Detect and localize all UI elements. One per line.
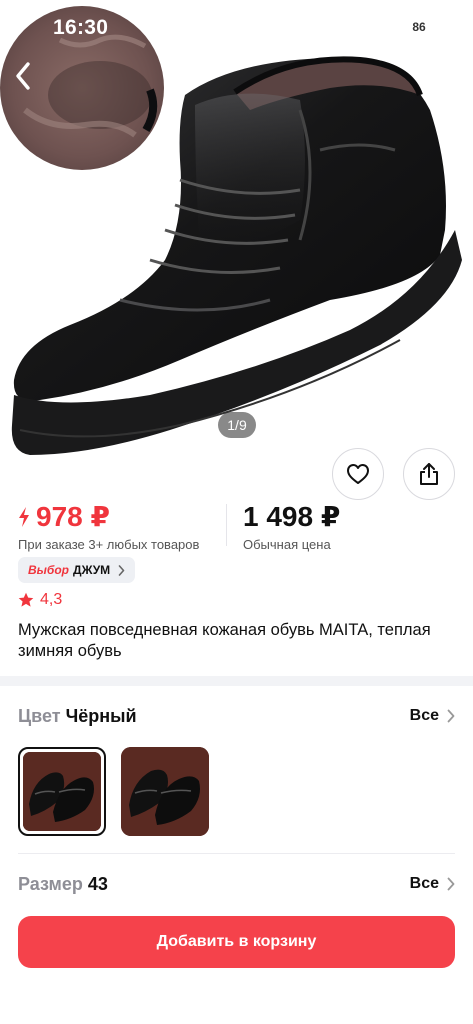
share-button[interactable] — [403, 448, 455, 500]
discount-price: 978 ₽ — [36, 501, 110, 532]
product-photo — [0, 0, 473, 472]
cellular-signal-icon — [340, 22, 362, 36]
size-selector-header[interactable]: Размер 43 Все — [18, 871, 455, 897]
color-selector-header[interactable]: Цвет Чёрный Все — [18, 703, 455, 729]
color-thumbnail-image — [23, 752, 101, 831]
color-thumbnail-image — [121, 747, 209, 836]
size-value: 43 — [87, 873, 108, 894]
product-image-gallery[interactable]: 16:30 86 1/9 — [0, 0, 473, 472]
regular-price-block: 1 498 ₽ Обычная цена — [243, 500, 340, 552]
chevron-right-icon — [447, 709, 455, 723]
color-thumbnails — [18, 747, 209, 836]
star-icon — [18, 592, 34, 607]
color-option-black[interactable] — [121, 747, 209, 836]
chevron-right-icon — [118, 564, 125, 576]
favorite-button[interactable] — [332, 448, 384, 500]
section-separator — [0, 676, 473, 686]
color-all-label: Все — [409, 707, 439, 724]
section-divider — [18, 853, 455, 854]
status-bar: 16:30 86 — [0, 0, 473, 56]
wifi-icon — [372, 18, 394, 36]
discount-price-note: При заказе 3+ любых товаров — [18, 537, 200, 552]
gallery-counter: 1/9 — [218, 412, 256, 438]
status-time: 16:30 — [53, 16, 109, 39]
lightning-icon — [19, 506, 29, 527]
choice-badge[interactable]: Выбор ДЖУМ — [18, 557, 136, 583]
price-divider — [226, 504, 227, 546]
battery-icon: 86 — [403, 19, 435, 36]
color-option-black-selected[interactable] — [18, 747, 106, 836]
regular-price: 1 498 ₽ — [243, 501, 341, 532]
badge-brand-label: ДЖУМ — [73, 563, 111, 577]
product-rating[interactable]: 4,3 — [18, 591, 62, 609]
product-title: Мужская повседневная кожаная обувь MAITA… — [18, 621, 431, 660]
size-all-button[interactable]: Все — [410, 875, 455, 893]
add-to-cart-button[interactable]: Добавить в корзину — [18, 916, 455, 968]
badge-choice-label: Выбор — [28, 563, 70, 577]
rating-value: 4,3 — [40, 591, 63, 608]
share-icon — [420, 463, 438, 485]
back-button[interactable] — [8, 56, 38, 96]
color-all-button[interactable]: Все — [410, 707, 455, 725]
color-value: Чёрный — [65, 705, 137, 726]
heart-icon — [347, 464, 369, 484]
color-label: Цвет — [18, 705, 61, 726]
regular-price-note: Обычная цена — [243, 537, 331, 552]
chevron-right-icon — [447, 877, 455, 891]
size-label: Размер — [18, 873, 83, 894]
discount-price-block: 978 ₽ При заказе 3+ любых товаров — [18, 500, 199, 552]
size-all-label: Все — [409, 875, 439, 892]
chevron-left-icon — [16, 62, 30, 90]
